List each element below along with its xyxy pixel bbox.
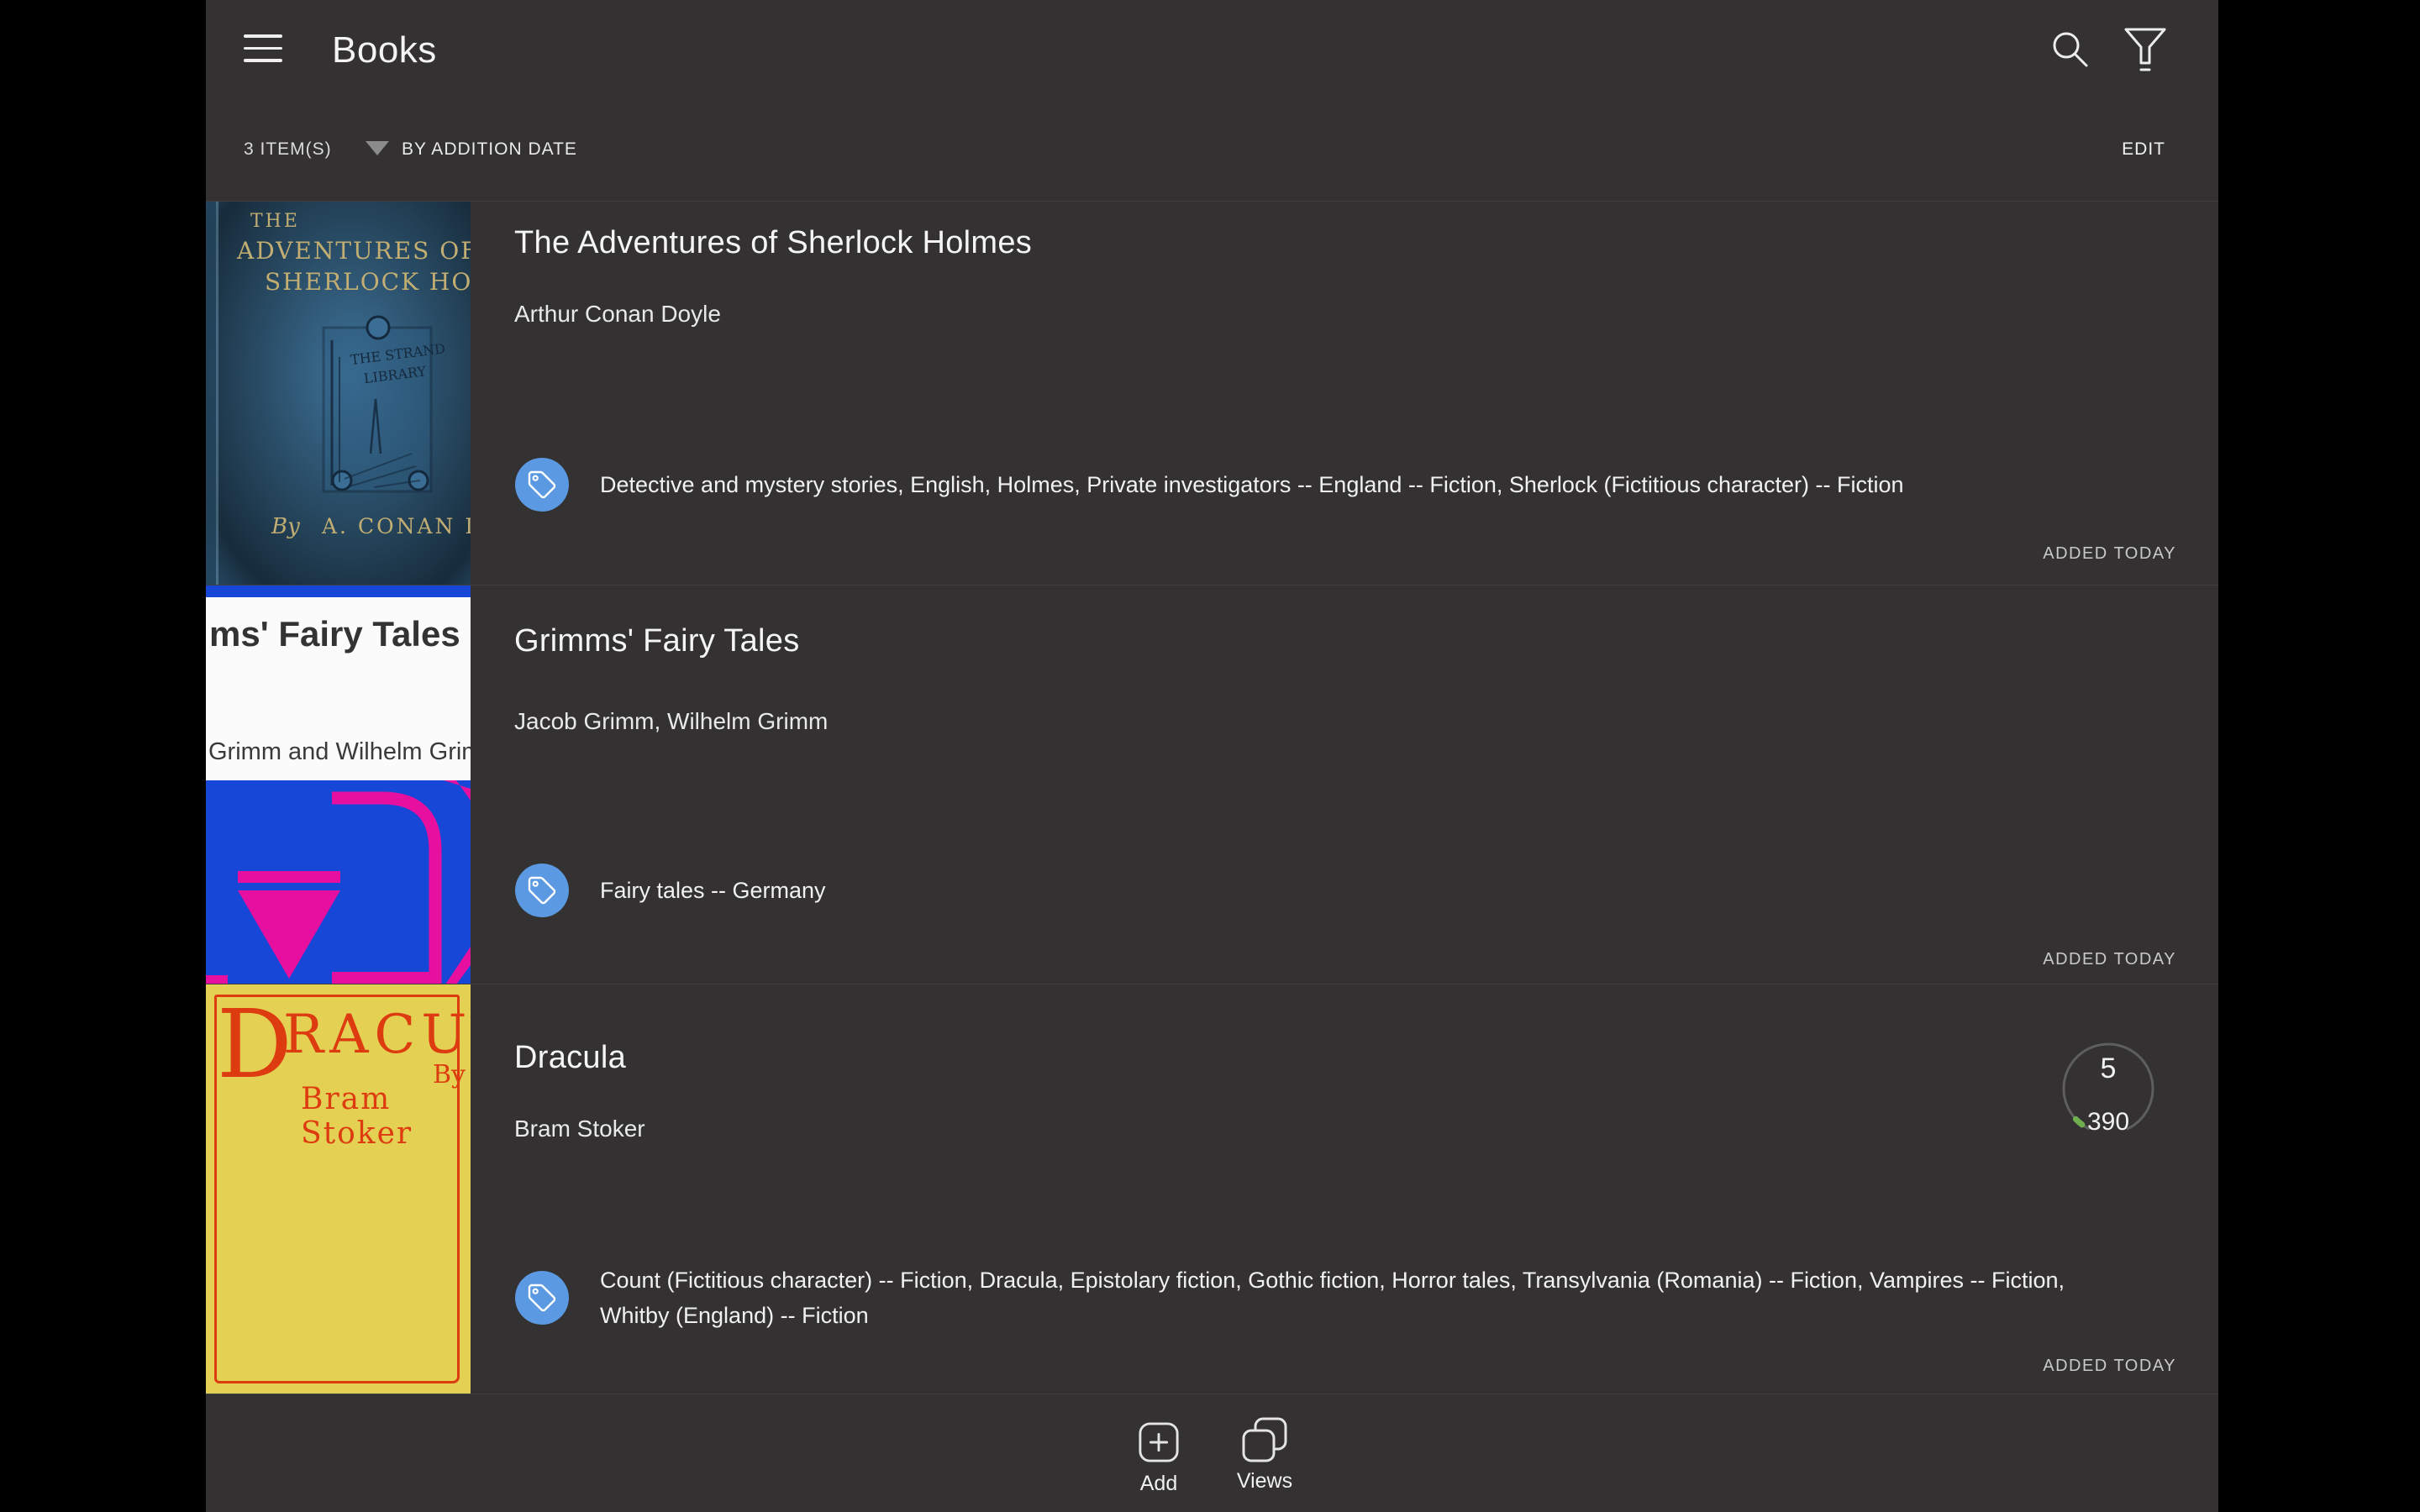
book-author: Jacob Grimm, Wilhelm Grimm — [514, 708, 828, 735]
cover-title-line3: SHERLOCK HOLMES — [265, 268, 471, 296]
added-date-stamp: ADDED TODAY — [2043, 950, 2176, 969]
book-title: Dracula — [514, 1040, 626, 1076]
cover-artwork — [206, 780, 471, 984]
edit-button[interactable]: EDIT — [2122, 139, 2165, 160]
reading-progress-ring: 5 390 — [2054, 1034, 2163, 1143]
cover-byline-author: Bram Stoker — [301, 1082, 471, 1151]
views-button-label: Views — [1224, 1469, 1305, 1494]
sort-by-control[interactable]: BY ADDITION DATE — [402, 139, 577, 160]
search-button[interactable] — [2049, 28, 2092, 71]
added-date-stamp: ADDED TODAY — [2043, 544, 2176, 564]
cover-byline-prefix: By — [271, 514, 300, 539]
tags-badge — [515, 458, 569, 512]
book-title: Grimms' Fairy Tales — [514, 623, 800, 659]
page-title: Books — [332, 29, 437, 71]
books-app-window: Books 3 ITEM(S) BY ADDITION DATE EDIT — [206, 0, 2218, 1512]
tag-icon — [527, 875, 557, 906]
hamburger-menu-button[interactable] — [244, 34, 282, 71]
row-divider — [206, 201, 2218, 202]
tags-badge — [515, 864, 569, 917]
cover-byline-author: A. CONAN DOYLE . — [321, 514, 471, 538]
cover-visible-authors: Grimm and Wilhelm Grimm — [208, 738, 471, 766]
book-cover-grimms: ms' Fairy Tales Grimm and Wilhelm Grimm — [206, 585, 471, 984]
cover-title-initial: D — [217, 998, 292, 1092]
hamburger-line — [244, 47, 282, 50]
add-icon — [1138, 1421, 1180, 1463]
cover-visible-title: ms' Fairy Tales — [209, 614, 460, 654]
book-cover-sherlock: THE ADVENTURES OF SHERLOCK HOLMES THE ST… — [206, 202, 471, 585]
current-page: 5 — [2054, 1053, 2163, 1085]
book-tags: Detective and mystery stories, English, … — [600, 467, 2112, 502]
page-count: 390 — [2054, 1108, 2163, 1137]
book-tags: Count (Fictitious character) -- Fiction,… — [600, 1263, 2104, 1333]
views-icon — [1241, 1416, 1288, 1463]
tags-badge — [515, 1271, 569, 1325]
book-author: Arthur Conan Doyle — [514, 301, 721, 328]
book-cover-dracula: D RACULA By Bram Stoker — [206, 984, 471, 1394]
cover-title-line1: THE — [250, 211, 300, 232]
cover-title-line2: ADVENTURES OF — [236, 237, 471, 265]
hamburger-line — [244, 34, 282, 38]
tag-icon — [527, 1283, 557, 1313]
filter-button[interactable] — [2124, 28, 2166, 75]
tag-icon — [527, 470, 557, 500]
sort-direction-caret-icon[interactable] — [366, 141, 389, 155]
add-button[interactable]: Add — [1118, 1421, 1199, 1496]
search-icon — [2049, 28, 2092, 71]
hamburger-line — [244, 59, 282, 62]
item-count: 3 ITEM(S) — [244, 139, 332, 160]
add-button-label: Add — [1118, 1472, 1199, 1496]
cover-title-rest: RACULA — [283, 1008, 471, 1062]
book-title: The Adventures of Sherlock Holmes — [514, 225, 1032, 261]
added-date-stamp: ADDED TODAY — [2043, 1357, 2176, 1376]
screen: Books 3 ITEM(S) BY ADDITION DATE EDIT — [0, 0, 2420, 1512]
filter-funnel-icon — [2124, 28, 2166, 75]
views-button[interactable]: Views — [1224, 1416, 1305, 1494]
book-author: Bram Stoker — [514, 1116, 645, 1142]
book-tags: Fairy tales -- Germany — [600, 873, 2112, 908]
